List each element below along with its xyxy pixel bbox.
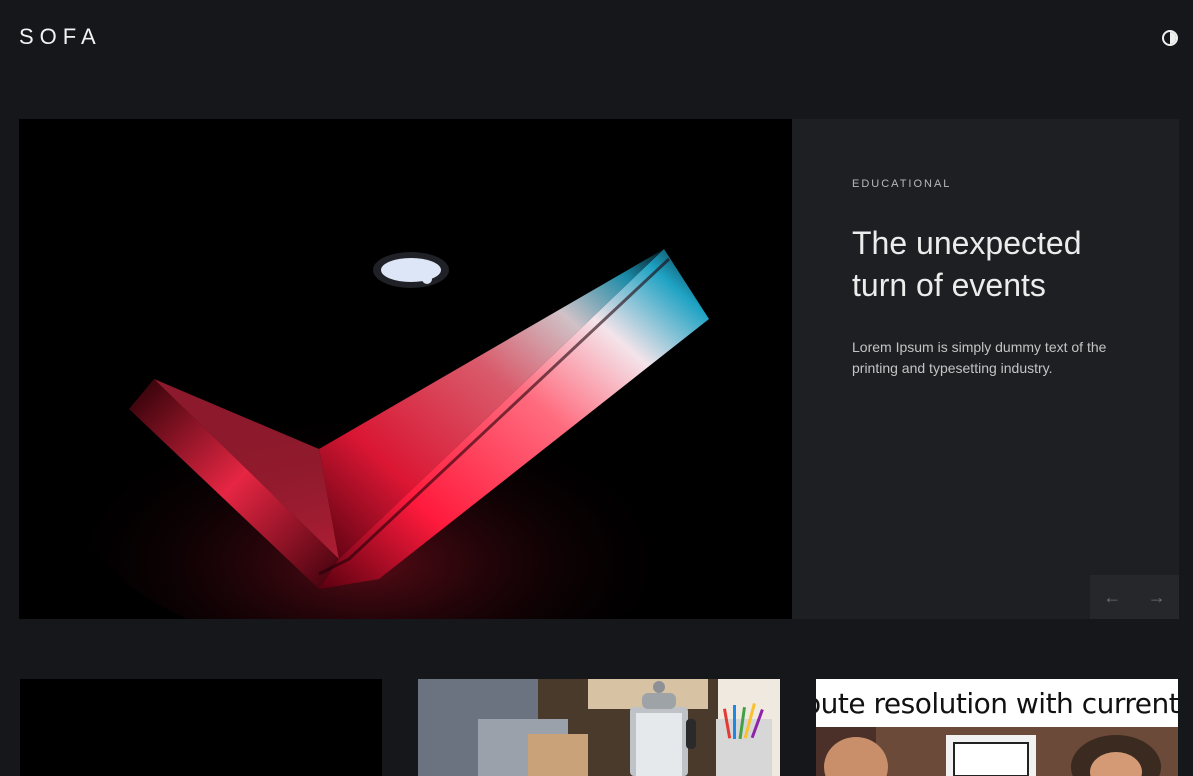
post-grid: oute resolution with current sy <box>0 679 1193 776</box>
slider-navigation: ← → <box>1090 575 1179 619</box>
post-card[interactable] <box>418 679 780 776</box>
post-excerpt: Lorem Ipsum is simply dummy text of the … <box>852 339 1107 376</box>
post-category[interactable]: EDUCATIONAL <box>852 178 951 190</box>
contrast-icon-fill <box>1170 32 1176 44</box>
site-header: SOFA <box>0 0 1193 78</box>
coffee-desk-image <box>418 679 780 776</box>
black-image <box>20 679 382 776</box>
arrow-left-icon[interactable]: ← <box>1090 575 1135 619</box>
arrow-right-icon[interactable]: → <box>1135 575 1180 619</box>
meme-image <box>816 727 1178 776</box>
post-title[interactable]: The unexpected turn of events <box>852 222 1142 306</box>
post-card[interactable] <box>20 679 382 776</box>
meme-caption: oute resolution with current sy <box>816 687 1178 720</box>
featured-post: EDUCATIONAL The unexpected turn of event… <box>19 119 1179 619</box>
featured-post-image[interactable] <box>19 119 792 619</box>
laptop-image <box>19 119 792 619</box>
site-logo[interactable]: SOFA <box>19 24 102 50</box>
featured-post-details: EDUCATIONAL The unexpected turn of event… <box>792 119 1179 619</box>
contrast-icon[interactable] <box>1162 30 1178 46</box>
post-card[interactable]: oute resolution with current sy <box>816 679 1178 776</box>
